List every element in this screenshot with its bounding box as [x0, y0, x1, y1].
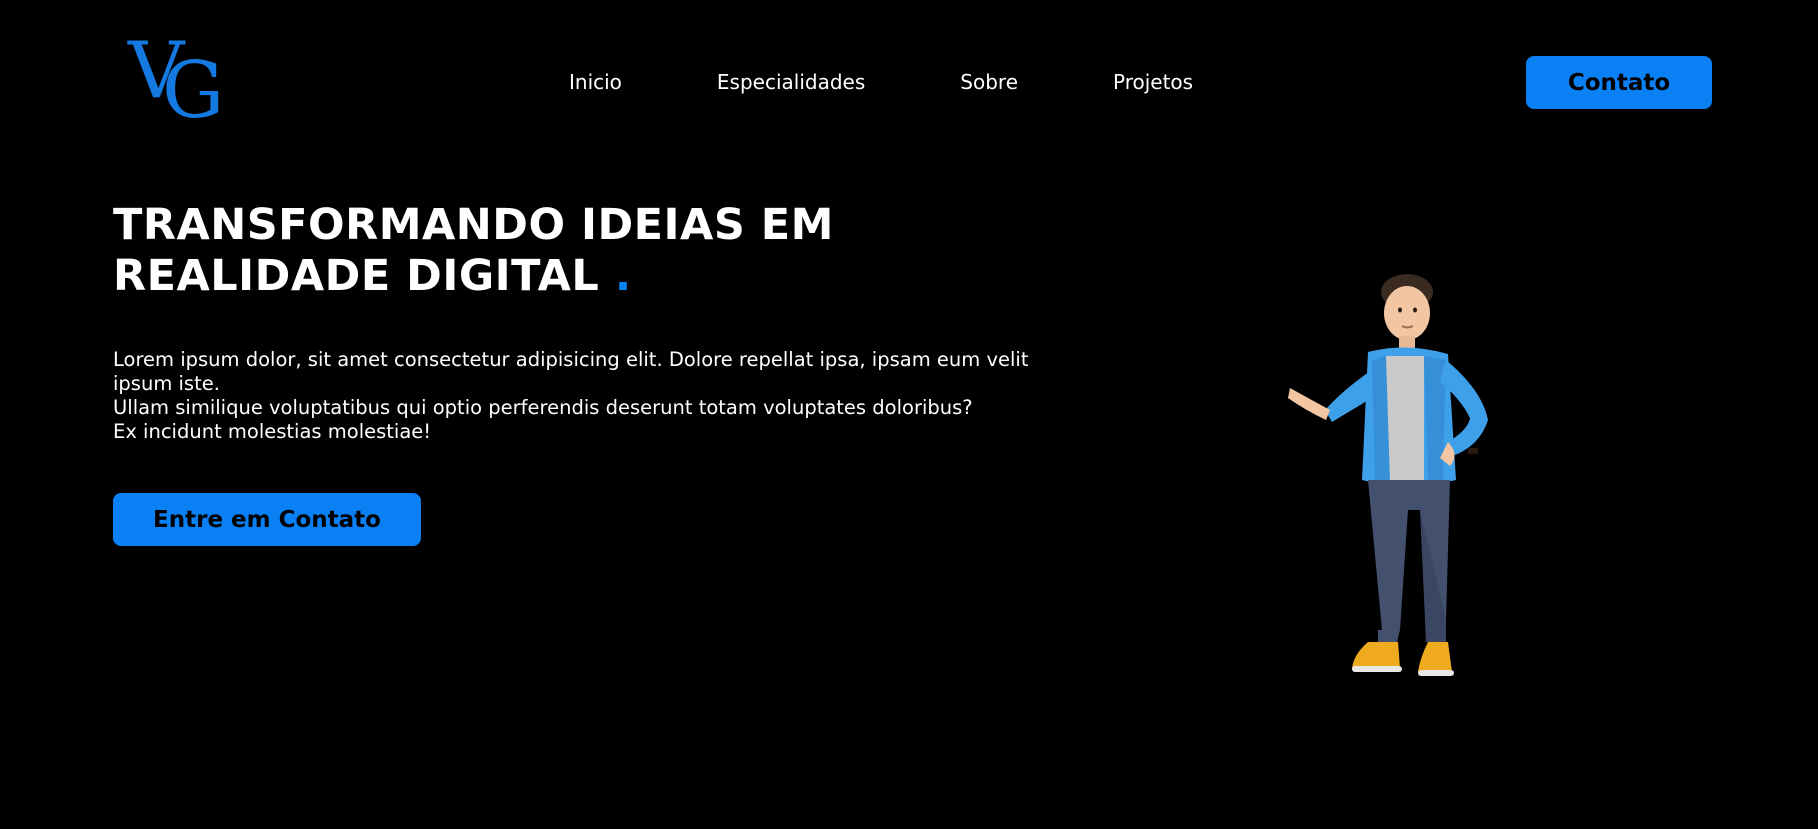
get-in-touch-button[interactable]: Entre em Contato	[113, 493, 421, 546]
hero-title-line-2: REALIDADE DIGITAL	[113, 251, 600, 301]
character-right-shoe	[1418, 642, 1452, 674]
landing-page: V G Inicio Especialidades Sobre Projetos…	[0, 0, 1818, 829]
hero-paragraph-line-1: Lorem ipsum dolor, sit amet consectetur …	[113, 348, 1029, 395]
character-head	[1384, 286, 1430, 340]
hero-title-line-1: TRANSFORMANDO IDEIAS EM	[113, 200, 834, 250]
nav-link-especialidades[interactable]: Especialidades	[717, 70, 865, 94]
main-nav: Inicio Especialidades Sobre Projetos	[569, 70, 1193, 94]
hero-paragraph-line-3: Ex incidunt molestias molestiae!	[113, 420, 432, 443]
character-tshirt	[1386, 356, 1424, 482]
hero-paragraph-line-2: Ullam similique voluptatibus qui optio p…	[113, 396, 973, 419]
hero-title-dot: .	[614, 251, 632, 301]
logo-letter-g: G	[162, 46, 225, 136]
character-illustration	[1288, 274, 1488, 676]
nav-link-sobre[interactable]: Sobre	[960, 70, 1018, 94]
character-left-shoe	[1352, 642, 1400, 670]
contact-button[interactable]: Contato	[1526, 56, 1712, 109]
logo[interactable]: V G	[128, 32, 228, 130]
hero-title: TRANSFORMANDO IDEIAS EM REALIDADE DIGITA…	[113, 200, 913, 302]
hero-description: Lorem ipsum dolor, sit amet consectetur …	[113, 348, 1073, 444]
nav-link-inicio[interactable]: Inicio	[569, 70, 622, 94]
nav-link-projetos[interactable]: Projetos	[1113, 70, 1193, 94]
